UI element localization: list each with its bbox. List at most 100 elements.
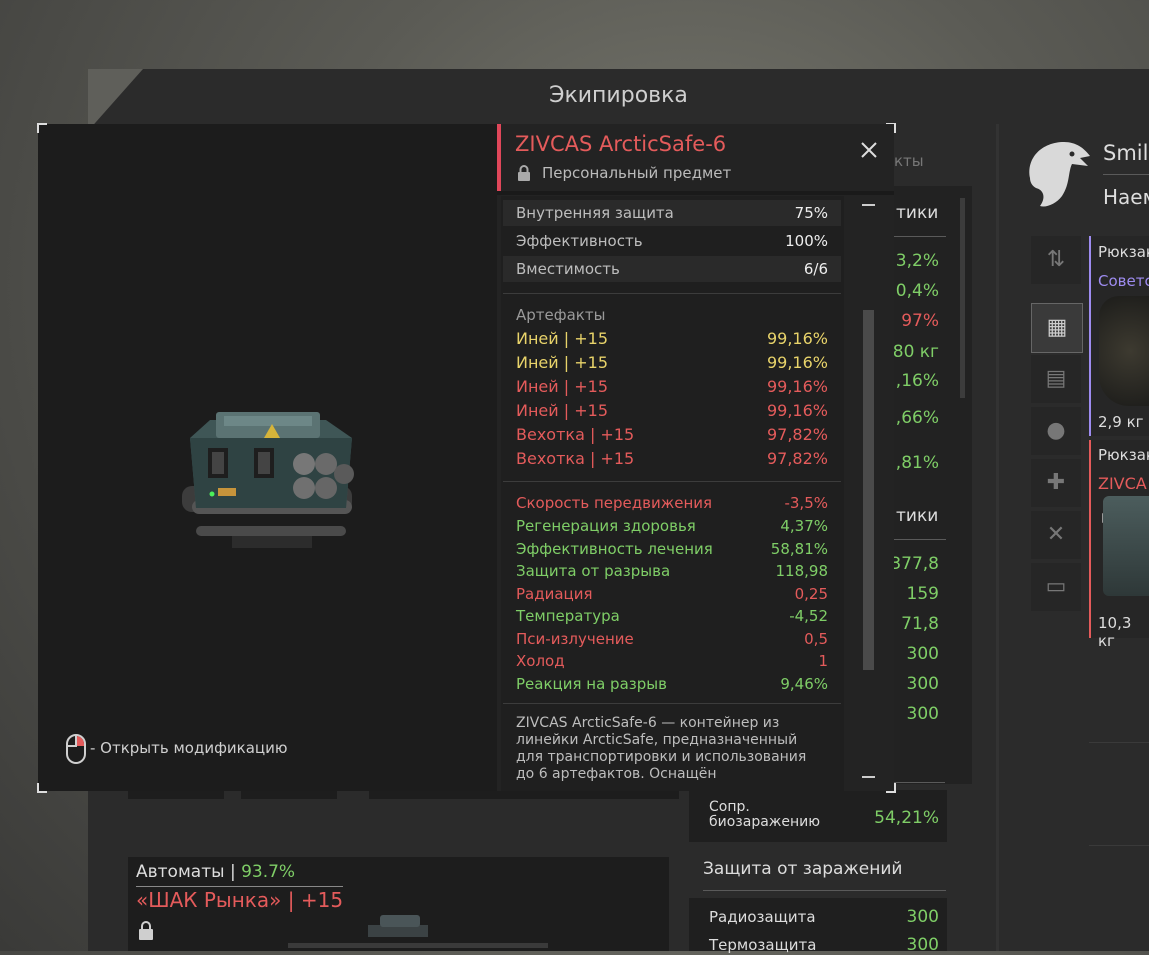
header-divider xyxy=(497,191,894,195)
card-subtitle: Советс xyxy=(1098,272,1149,290)
effect-row: Скорость передвижения -3,5% xyxy=(516,494,828,516)
artifact-value: 99,16% xyxy=(766,329,828,348)
artifact-row[interactable]: Иней | +15 99,16% xyxy=(516,401,828,423)
item-description: ZIVCAS ArcticSafe-6 — контейнер из линей… xyxy=(516,715,807,782)
mid-header-1: тики xyxy=(896,203,939,223)
open-mods-hint: - Открыть модификацию xyxy=(90,739,288,757)
effect-label: Реакция на разрыв xyxy=(516,675,667,693)
medkit-filter-icon[interactable]: ✚ xyxy=(1031,459,1081,507)
infection-divider xyxy=(703,890,946,891)
rarity-accent-bar xyxy=(497,124,501,191)
scrollbar-thumb[interactable] xyxy=(863,310,874,670)
artifacts-title: Артефакты xyxy=(516,306,606,324)
stat-value: 100% xyxy=(785,232,828,250)
lock-icon xyxy=(518,165,530,181)
container-3d-image xyxy=(182,412,354,548)
backpack-image xyxy=(1099,296,1149,406)
effect-row: Регенерация здоровья 4,37% xyxy=(516,517,828,539)
card-title: Рюкзак xyxy=(1098,446,1149,464)
effect-row: Холод 1 xyxy=(516,652,828,674)
inventory-card[interactable]: Рюкзак Советс 2,9 кг xyxy=(1089,236,1149,436)
grid-icon[interactable]: ▦ xyxy=(1031,303,1083,353)
infection-rows: Радиозащита 300 Термозащита 300 xyxy=(689,898,947,955)
artifact-row[interactable]: Вехотка | +15 97,82% xyxy=(516,425,828,447)
lock-icon xyxy=(139,921,153,940)
thermo-label: Термозащита xyxy=(709,936,817,954)
effect-row: Эффективность лечения 58,81% xyxy=(516,540,828,562)
weapon-separator: | xyxy=(229,862,236,882)
radio-value: 300 xyxy=(906,907,939,927)
base-stat-row: Внутренняя защита 75% xyxy=(516,204,828,226)
effect-row: Защита от разрыва 118,98 xyxy=(516,562,828,584)
effect-label: Регенерация здоровья xyxy=(516,517,696,535)
effect-label: Радиация xyxy=(516,585,593,603)
artifact-name: Иней | +15 xyxy=(516,353,608,372)
inventory-card[interactable]: Рюкзак ZIVCA 10,3 кг xyxy=(1089,440,1149,650)
effect-value: 9,46% xyxy=(780,675,828,693)
artifact-value: 97,82% xyxy=(766,449,828,468)
weapon-divider xyxy=(136,886,343,887)
artifact-filter-icon[interactable]: ● xyxy=(1031,407,1081,455)
effect-value: -3,5% xyxy=(784,494,828,512)
artifact-value: 99,16% xyxy=(766,377,828,396)
scrollbar-top-cap xyxy=(862,204,875,206)
stat-label: Вместимость xyxy=(516,260,620,278)
stat-label: Внутренняя защита xyxy=(516,204,674,222)
profile-separator xyxy=(996,124,999,951)
section-divider xyxy=(503,703,841,704)
artifact-value: 97,82% xyxy=(766,425,828,444)
item-preview-panel: - Открыть модификацию xyxy=(38,124,497,791)
eagle-emblem-icon xyxy=(1029,142,1090,207)
slot-tab[interactable] xyxy=(128,790,224,799)
artifact-name: Вехотка | +15 xyxy=(516,425,635,444)
effect-value: 118,98 xyxy=(775,562,829,580)
mouse-icon xyxy=(66,734,86,764)
artifact-value: 99,16% xyxy=(766,401,828,420)
stat-value: 6/6 xyxy=(803,260,828,278)
slot-tab[interactable] xyxy=(241,790,337,799)
effect-value: 0,25 xyxy=(794,585,828,603)
effect-label: Пси-излучение xyxy=(516,630,634,648)
sort-icon[interactable]: ⇅ xyxy=(1031,236,1081,284)
inventory-row-line xyxy=(1089,742,1149,743)
tools-filter-icon[interactable]: ✕ xyxy=(1031,511,1081,559)
card-weight: 2,9 кг xyxy=(1098,413,1144,431)
profile-role: Наем xyxy=(1103,185,1149,209)
effect-label: Холод xyxy=(516,652,565,670)
bio-label: Сопр. биозаражению xyxy=(709,799,821,830)
card-title: Рюкзак xyxy=(1098,243,1149,261)
effect-value: 1 xyxy=(818,652,828,670)
profile-divider xyxy=(1103,174,1149,175)
artifact-row[interactable]: Иней | +15 99,16% xyxy=(516,353,828,375)
weapon-slot[interactable]: Автоматы | 93.7% «ШАК Рынка» | +15 xyxy=(128,857,669,951)
effect-value: 58,81% xyxy=(770,540,828,558)
card-weight: 10,3 кг xyxy=(1098,614,1132,650)
artifact-row[interactable]: Вехотка | +15 97,82% xyxy=(516,449,828,471)
close-icon[interactable] xyxy=(860,141,878,159)
stat-value: 75% xyxy=(794,204,828,222)
item-name: ZIVCAS ArcticSafe-6 xyxy=(515,132,727,156)
effect-label: Температура xyxy=(516,607,620,625)
infection-title: Защита от заражений xyxy=(703,859,903,879)
effect-row: Температура -4,52 xyxy=(516,607,828,629)
card-subtitle: ZIVCA xyxy=(1098,474,1147,493)
stat-label: Эффективность xyxy=(516,232,643,250)
box-filter-icon[interactable]: ▭ xyxy=(1031,563,1081,611)
artifact-name: Иней | +15 xyxy=(516,401,608,420)
background-tab-label[interactable]: кты xyxy=(894,152,924,170)
effect-label: Эффективность лечения xyxy=(516,540,713,558)
effect-value: -4,52 xyxy=(789,607,828,625)
mid-scrollbar[interactable] xyxy=(960,198,965,398)
thermo-value: 300 xyxy=(906,935,939,955)
corner-mark xyxy=(37,783,47,793)
base-stat-row: Эффективность 100% xyxy=(516,232,828,254)
backpack-filter-icon[interactable]: ▤ xyxy=(1031,355,1081,403)
artifact-name: Иней | +15 xyxy=(516,329,608,348)
radio-label: Радиозащита xyxy=(709,908,816,926)
slot-tab[interactable] xyxy=(369,790,679,799)
effect-row: Реакция на разрыв 9,46% xyxy=(516,675,828,697)
window-title: Экипировка xyxy=(549,83,688,108)
inventory-row-line xyxy=(1089,845,1149,846)
artifact-row[interactable]: Иней | +15 99,16% xyxy=(516,377,828,399)
artifact-row[interactable]: Иней | +15 99,16% xyxy=(516,329,828,351)
